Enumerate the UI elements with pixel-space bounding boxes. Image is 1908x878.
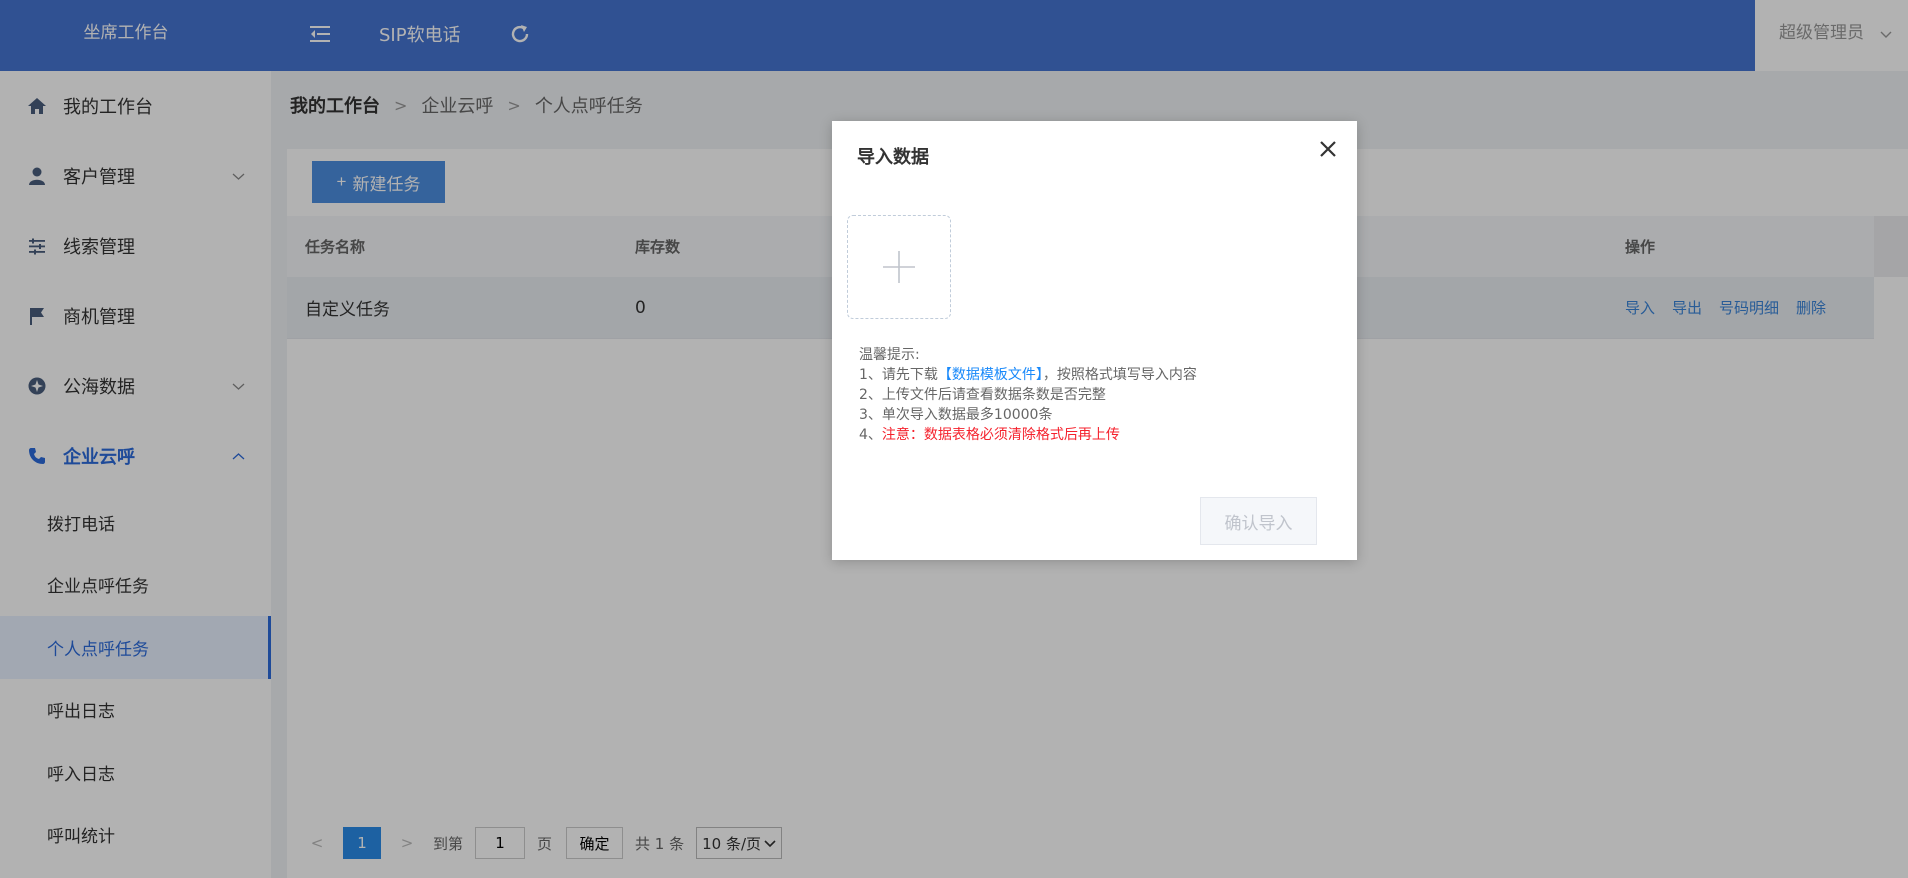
dialog-title: 导入数据 [857, 147, 929, 168]
file-upload-area[interactable] [847, 215, 951, 319]
tip-line-4: 4、注意：数据表格必须清除格式后再上传 [859, 427, 1120, 443]
import-data-dialog: 导入数据 温馨提示: 1、请先下载【数据模板文件】，按照格式填写导入内容 2、上… [832, 121, 1357, 560]
tip-line-1: 1、请先下载【数据模板文件】，按照格式填写导入内容 [859, 367, 1197, 383]
tips-heading: 温馨提示: [859, 347, 920, 363]
tip-line-2: 2、上传文件后请查看数据条数是否完整 [859, 387, 1106, 403]
close-icon[interactable] [1316, 137, 1340, 161]
import-tips: 温馨提示: 1、请先下载【数据模板文件】，按照格式填写导入内容 2、上传文件后请… [859, 345, 1197, 445]
plus-icon [883, 251, 915, 283]
template-download-link[interactable]: 【数据模板文件】 [938, 367, 1043, 383]
tip-line-3: 3、单次导入数据最多10000条 [859, 407, 1053, 423]
confirm-import-button[interactable]: 确认导入 [1200, 497, 1317, 545]
format-warning: 注意：数据表格必须清除格式后再上传 [881, 427, 1120, 443]
